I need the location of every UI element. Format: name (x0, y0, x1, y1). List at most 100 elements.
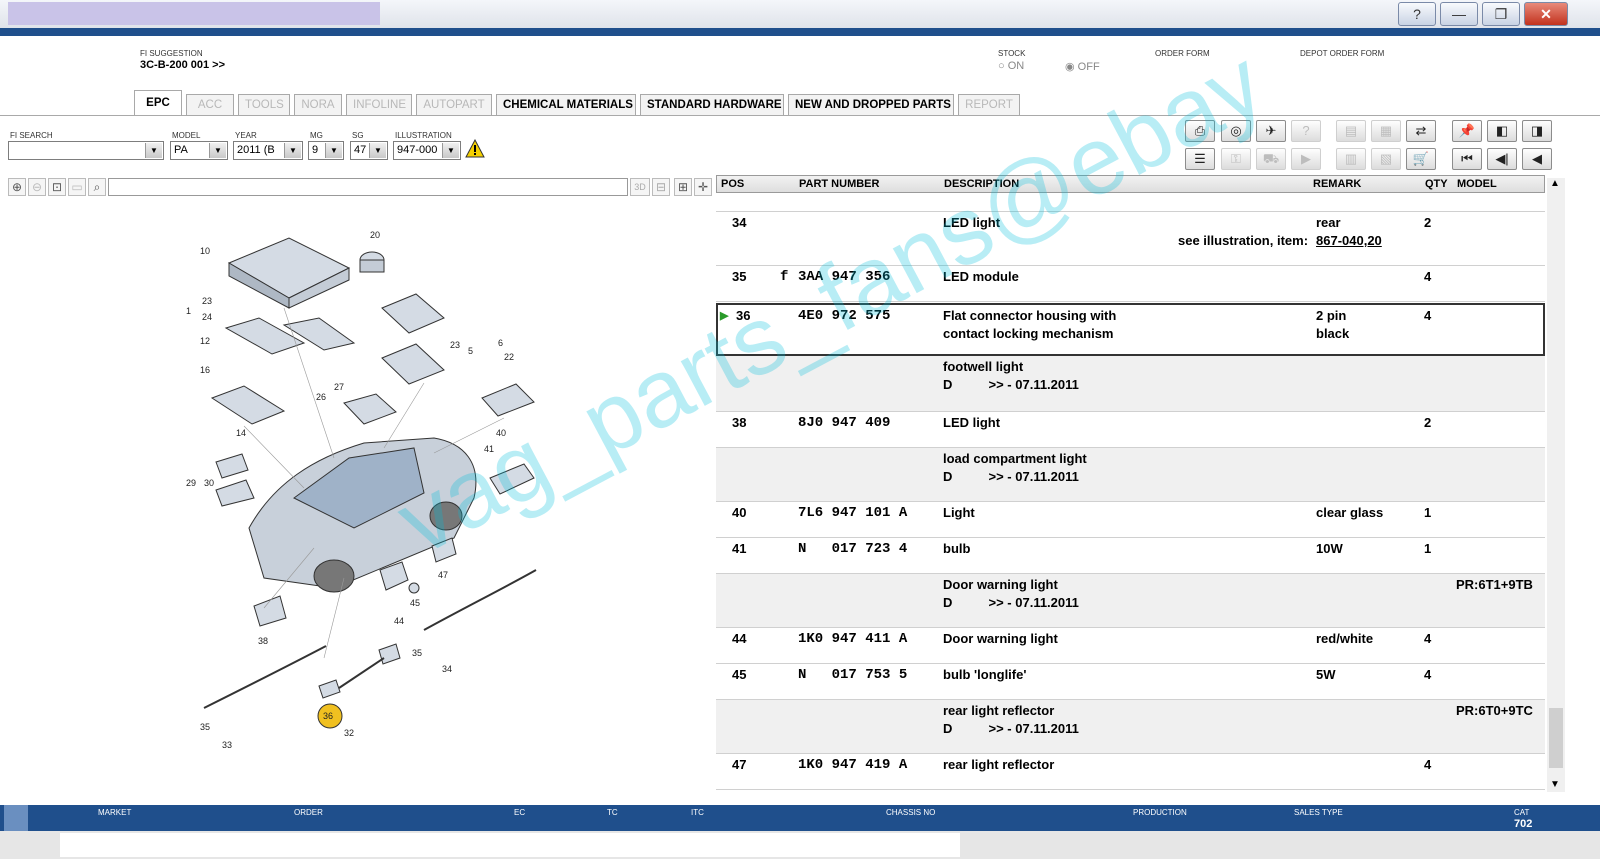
see-illustration-link[interactable]: 867-040,20 (1316, 232, 1382, 250)
zoom-fit-icon[interactable]: ⊡ (48, 178, 66, 196)
table-row[interactable]: 47 1K0 947 419 A rear light reflector 4 (716, 754, 1545, 790)
callout-40[interactable]: 40 (496, 428, 506, 438)
compare-icon[interactable]: ▥ (1336, 148, 1366, 170)
col-remark[interactable]: REMARK (1313, 178, 1361, 190)
split-view-icon[interactable]: ⊟ (652, 178, 670, 196)
view-3d-button[interactable]: 3D (630, 178, 650, 196)
illustration-select[interactable]: 947-000 ▼ (393, 141, 461, 160)
callout-32[interactable]: 32 (344, 728, 354, 738)
callout-47[interactable]: 47 (438, 570, 448, 580)
page-back-icon[interactable]: ◧ (1487, 120, 1517, 142)
col-description[interactable]: DESCRIPTION (944, 178, 1019, 190)
zoom-in-icon[interactable]: ⊕ (8, 178, 26, 196)
tab-standard-hardware[interactable]: STANDARD HARDWARE (640, 94, 784, 116)
table-row-selected[interactable]: ▶ 36 4E0 972 575 Flat connector housing … (716, 303, 1545, 356)
first-icon[interactable]: ⏮ (1452, 148, 1482, 170)
table-row-group[interactable]: load compartment light D >> - 07.11.2011 (716, 448, 1545, 502)
minimize-button[interactable]: — (1440, 2, 1478, 26)
list-icon[interactable]: ☰ (1185, 148, 1215, 170)
table-row[interactable]: 44 1K0 947 411 A Door warning light red/… (716, 628, 1545, 664)
year-select[interactable]: 2011 (B ▼ (233, 141, 303, 160)
table-row-group[interactable]: rear light reflector D >> - 07.11.2011 P… (716, 700, 1545, 754)
model-select[interactable]: PA ▼ (170, 141, 228, 160)
transfer-icon[interactable]: ⇄ (1406, 120, 1436, 142)
callout-36[interactable]: 36 (323, 711, 333, 721)
callout-34[interactable]: 34 (442, 664, 452, 674)
fi-suggestion-link[interactable]: 3C-B-200 001 >> (140, 59, 225, 71)
print-icon[interactable]: ⎙ (1185, 120, 1215, 142)
callout-35[interactable]: 35 (412, 648, 422, 658)
layout-icon[interactable]: ⊞ (674, 178, 692, 196)
warning-icon[interactable] (465, 139, 485, 158)
callout-26[interactable]: 26 (316, 392, 326, 402)
tab-autopart[interactable]: AUTOPART (416, 94, 492, 116)
callout-24[interactable]: 24 (202, 312, 212, 322)
wheel-icon[interactable]: ◎ (1221, 120, 1251, 142)
table-row[interactable]: 40 7L6 947 101 A Light clear glass 1 (716, 502, 1545, 538)
tab-chemical-materials[interactable]: CHEMICAL MATERIALS (496, 94, 636, 116)
table-scrollbar[interactable]: ▲ ▼ (1547, 178, 1565, 792)
callout-1[interactable]: 1 (186, 306, 191, 316)
table-row-group[interactable]: Door warning light D >> - 07.11.2011 PR:… (716, 574, 1545, 628)
callout-23[interactable]: 23 (202, 296, 212, 306)
col-pos[interactable]: POS (721, 178, 744, 190)
col-qty[interactable]: QTY (1425, 178, 1448, 190)
callout-45[interactable]: 45 (410, 598, 420, 608)
page-forward-icon[interactable]: ◨ (1522, 120, 1552, 142)
callout-38[interactable]: 38 (258, 636, 268, 646)
order-form-link[interactable]: ORDER FORM (1155, 49, 1210, 58)
illustration-search-field[interactable] (108, 178, 628, 196)
callout-35b[interactable]: 35 (200, 722, 210, 732)
callout-44[interactable]: 44 (394, 616, 404, 626)
cart-icon[interactable]: 🛒 (1406, 148, 1436, 170)
restore-button[interactable]: ❐ (1482, 2, 1520, 26)
callout-30[interactable]: 30 (204, 478, 214, 488)
taskbar-window[interactable] (60, 833, 960, 857)
callout-6[interactable]: 6 (498, 338, 503, 348)
back-icon[interactable]: ◀ (1522, 148, 1552, 170)
table-row[interactable]: 45 N 017 753 5 bulb 'longlife' 5W 4 (716, 664, 1545, 700)
callout-27[interactable]: 27 (334, 382, 344, 392)
callout-29[interactable]: 29 (186, 478, 196, 488)
scroll-thumb[interactable] (1549, 708, 1563, 768)
stack-icon[interactable]: ▧ (1371, 148, 1401, 170)
tab-new-and-dropped-parts[interactable]: NEW AND DROPPED PARTS (788, 94, 954, 116)
close-button[interactable]: ✕ (1524, 2, 1568, 26)
expand-icon[interactable]: ✛ (694, 178, 712, 196)
callout-10[interactable]: 10 (200, 246, 210, 256)
callout-23b[interactable]: 23 (450, 340, 460, 350)
callout-12[interactable]: 12 (200, 336, 210, 346)
scroll-up-icon[interactable]: ▲ (1550, 178, 1560, 189)
table-row-group[interactable]: footwell light D >> - 07.11.2011 (716, 356, 1545, 412)
table-row[interactable]: 38 8J0 947 409 LED light 2 (716, 412, 1545, 448)
zoom-out-icon[interactable]: ⊖ (28, 178, 46, 196)
tab-report[interactable]: REPORT (958, 94, 1020, 116)
mg-select[interactable]: 9 ▼ (308, 141, 344, 160)
previous-icon[interactable]: ◀| (1487, 148, 1517, 170)
tab-infoline[interactable]: INFOLINE (346, 94, 412, 116)
depot-order-form-link[interactable]: DEPOT ORDER FORM (1300, 49, 1384, 58)
tab-epc[interactable]: EPC (134, 90, 182, 116)
col-model[interactable]: MODEL (1457, 178, 1497, 190)
parts-illustration[interactable]: 10 20 23 24 1 12 16 14 5 23 6 22 27 26 4… (4, 198, 712, 803)
callout-20[interactable]: 20 (370, 230, 380, 240)
callout-33[interactable]: 33 (222, 740, 232, 750)
car-repair-icon[interactable]: ✈ (1256, 120, 1286, 142)
depot-icon[interactable]: ▦ (1371, 120, 1401, 142)
sg-select[interactable]: 47 ▼ (350, 141, 388, 160)
help-button[interactable]: ? (1398, 2, 1436, 26)
zoom-area-icon[interactable]: ▭ (68, 178, 86, 196)
table-row[interactable]: 34 LED light rear 2 see illustration, it… (716, 212, 1545, 266)
stock-on-radio[interactable]: ○ ON (998, 60, 1024, 72)
col-part-number[interactable]: PART NUMBER (799, 178, 879, 190)
table-row[interactable]: 41 N 017 723 4 bulb 10W 1 (716, 538, 1545, 574)
tab-nora[interactable]: NORA (294, 94, 342, 116)
fi-search-combo[interactable]: ▼ (8, 141, 164, 160)
callout-22[interactable]: 22 (504, 352, 514, 362)
callout-16[interactable]: 16 (200, 365, 210, 375)
pin-icon[interactable]: 📌 (1452, 120, 1482, 142)
elsa-icon[interactable]: ▤ (1336, 120, 1366, 142)
help-search-icon[interactable]: ? (1291, 120, 1321, 142)
vehicle-icon[interactable]: ⛟ (1256, 148, 1286, 170)
table-row[interactable]: 35 f 3AA 947 356 LED module 4 (716, 266, 1545, 302)
